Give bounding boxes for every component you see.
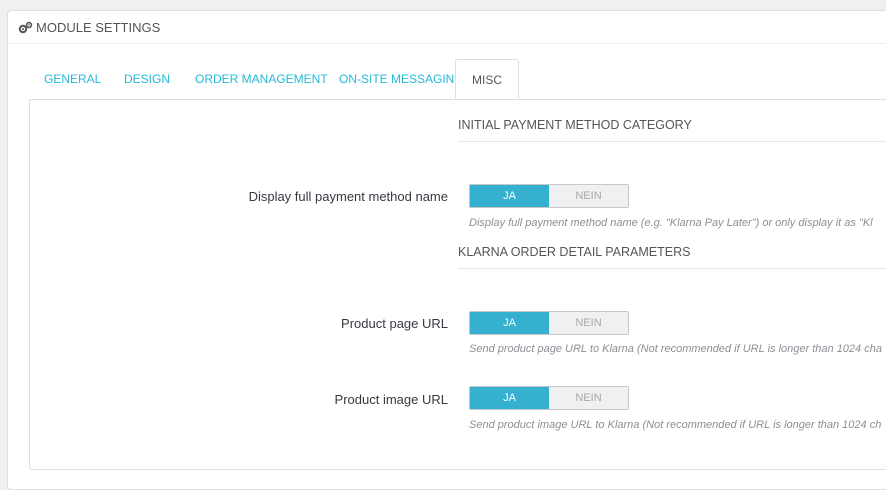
product-page-url-help: Send product page URL to Klarna (Not rec… xyxy=(469,343,882,355)
full-payment-name-no[interactable]: NEIN xyxy=(549,185,628,207)
section-title-order-detail: KLARNA ORDER DETAIL PARAMETERS xyxy=(458,238,886,269)
product-image-url-help: Send product image URL to Klarna (Not re… xyxy=(469,419,882,431)
settings-tabs: GENERAL DESIGN ORDER MANAGEMENT ON-SITE … xyxy=(29,59,886,100)
panel-heading: MODULE SETTINGS xyxy=(8,11,886,44)
tab-general[interactable]: GENERAL xyxy=(44,59,101,99)
full-payment-name-switch: JA NEIN xyxy=(469,184,629,208)
product-page-url-label: Product page URL xyxy=(341,316,448,331)
tab-order-management[interactable]: ORDER MANAGEMENT xyxy=(195,59,328,99)
product-page-url-no[interactable]: NEIN xyxy=(549,312,628,334)
tab-design[interactable]: DESIGN xyxy=(124,59,170,99)
product-image-url-no[interactable]: NEIN xyxy=(549,387,628,409)
section-title-payment-category: INITIAL PAYMENT METHOD CATEGORY xyxy=(458,111,886,142)
cogs-icon xyxy=(18,21,33,34)
full-payment-name-yes[interactable]: JA xyxy=(470,185,549,207)
panel-title: MODULE SETTINGS xyxy=(36,19,161,35)
misc-tab-content: INITIAL PAYMENT METHOD CATEGORY Display … xyxy=(29,99,886,470)
product-page-url-yes[interactable]: JA xyxy=(470,312,549,334)
tab-misc[interactable]: MISC xyxy=(455,59,519,99)
module-settings-panel: MODULE SETTINGS GENERAL DESIGN ORDER MAN… xyxy=(7,10,886,490)
product-page-url-switch: JA NEIN xyxy=(469,311,629,335)
full-payment-name-label: Display full payment method name xyxy=(248,189,448,204)
product-image-url-switch: JA NEIN xyxy=(469,386,629,410)
full-payment-name-help: Display full payment method name (e.g. "… xyxy=(469,217,873,229)
product-image-url-label: Product image URL xyxy=(334,392,448,407)
tab-on-site-messaging[interactable]: ON-SITE MESSAGING xyxy=(339,59,464,99)
product-image-url-yes[interactable]: JA xyxy=(470,387,549,409)
